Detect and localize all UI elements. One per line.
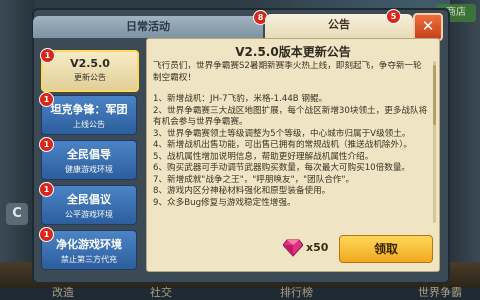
notification-badge: 1 <box>40 48 55 63</box>
background-right-hud <box>450 0 480 288</box>
bottom-nav-item: 社交 <box>150 286 172 299</box>
notice-list-item: 6、购买武器可手动调节武器购买数量，每次最大可购买10倍数量。 <box>153 163 411 173</box>
notice-title: V2.5.0版本更新公告 <box>235 45 351 59</box>
notice-list-item: 2、世界争霸赛三大战区地图扩展，每个战区新增30块领土，更多战队将有机会参与世界… <box>153 105 428 128</box>
scrollbar-thumb[interactable] <box>433 65 436 125</box>
notification-badge: 1 <box>39 137 54 152</box>
tab-label: 日常活动 <box>126 20 170 33</box>
notification-badge: 1 <box>39 227 54 242</box>
reward-row: x50 领取 <box>153 235 433 263</box>
notice-list-item: 5、战机属性增加说明信息，帮助更好理解战机属性介绍。 <box>153 151 374 162</box>
sidebar-item-title: V2.5.0 <box>70 57 110 70</box>
notice-intro: 飞行员们，世界争霸赛S2暑期新赛季火热上线，即刻起飞，争夺新一轮制空霸权！ <box>153 61 422 83</box>
sidebar-item-subtitle: 更新公告 <box>74 73 106 82</box>
notification-badge: 5 <box>386 9 401 24</box>
sidebar-item-healthy-gaming[interactable]: 全民倡导 健康游戏环境 1 <box>39 137 137 180</box>
sidebar-item-subtitle: 公平游戏环境 <box>65 210 113 219</box>
notification-badge: 1 <box>39 182 54 197</box>
sidebar-item-title: 净化游戏环境 <box>56 238 122 251</box>
bottom-nav-item: 改造 <box>52 286 74 299</box>
notice-body[interactable]: 飞行员们，世界争霸赛S2暑期新赛季火热上线，即刻起飞，争夺新一轮制空霸权！ 1、… <box>153 61 429 225</box>
notification-badge: 1 <box>39 92 54 107</box>
close-button[interactable]: ✕ <box>413 13 443 41</box>
claim-button[interactable]: 领取 <box>339 235 433 263</box>
sidebar-item-subtitle: 健康游戏环境 <box>65 165 113 174</box>
tab-bar: 日常活动 8 公告 5 <box>33 9 414 38</box>
sidebar-item-subtitle: 禁止第三方代充 <box>61 255 117 264</box>
notice-list-item: 3、世界争霸赛领土等级调整为5个等级，中心城市归属于V级领土。 <box>153 128 411 139</box>
sidebar-item-fair-gaming[interactable]: 全民倡议 公平游戏环境 1 <box>39 182 137 225</box>
notice-list-item: 9、众多Bug修复与游戏稳定性增强。 <box>153 197 296 208</box>
sidebar-item-title: 全民倡议 <box>67 193 111 206</box>
sidebar-item-v250-update[interactable]: V2.5.0 更新公告 1 <box>40 48 139 92</box>
gem-icon <box>283 239 303 257</box>
sidebar-item-legion-launch[interactable]: 坦克争锋：军团 上线公告 1 <box>39 92 137 135</box>
background-left-hud <box>0 0 34 288</box>
bottom-nav-item: 世界争霸 <box>418 286 462 299</box>
tab-label: 公告 <box>328 18 350 31</box>
sidebar-item-title: 全民倡导 <box>67 148 111 161</box>
bottom-nav-item: 排行榜 <box>280 286 313 299</box>
tab-announcement[interactable]: 公告 5 <box>265 9 413 38</box>
notice-list-item: 8、游戏内区分神秘材料强化和原型装备使用。 <box>153 186 331 196</box>
notice-list: 1、新增战机：JH-7飞豹，米格-1.44B 钢鲲。 2、世界争霸赛三大战区地图… <box>153 94 429 209</box>
notice-list-item: 4、新增战机出售功能，可出售已拥有的常规战机（推送战机除外）。 <box>153 140 412 150</box>
sidebar-item-subtitle: 上线公告 <box>73 120 105 129</box>
sidebar-item-clean-environment[interactable]: 净化游戏环境 禁止第三方代充 1 <box>39 227 137 270</box>
reward-count: x50 <box>306 241 329 254</box>
c-button: C <box>6 203 28 225</box>
notice-list-item: 7、新增成就"战争之王"，"呼朋唤友"，"团队合作"。 <box>153 174 355 185</box>
tab-daily-activity[interactable]: 日常活动 8 <box>33 10 268 38</box>
notice-list-item: 1、新增战机：JH-7飞豹，米格-1.44B 钢鲲。 <box>153 94 328 104</box>
notice-content: V2.5.0版本更新公告 飞行员们，世界争霸赛S2暑期新赛季火热上线，即刻起飞，… <box>146 38 440 272</box>
sidebar-item-title: 坦克争锋：军团 <box>50 103 128 116</box>
announcement-sidebar: V2.5.0 更新公告 1 坦克争锋：军团 上线公告 1 全民倡导 健康游戏环境… <box>38 44 139 280</box>
